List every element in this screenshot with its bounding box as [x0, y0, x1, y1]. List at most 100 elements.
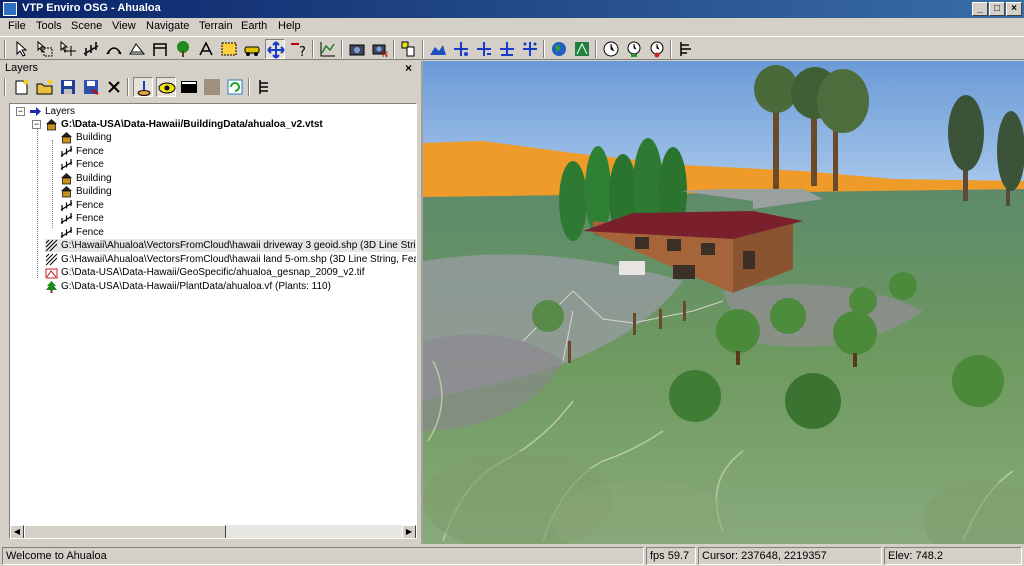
terrain-scene	[423, 61, 1024, 544]
tree-item-image-layer[interactable]: G:\Data-USA\Data-Hawaii/GeoSpecific/ahua…	[45, 266, 416, 279]
refresh-icon[interactable]	[225, 77, 245, 97]
tree-connector	[37, 126, 38, 278]
nav-grab-icon[interactable]	[497, 39, 517, 59]
clock-icon[interactable]	[601, 39, 621, 59]
tree-item-structure[interactable]: Building	[60, 185, 180, 198]
tree-item-structure[interactable]: Fence	[60, 212, 180, 225]
tree-item-label: Fence	[76, 159, 104, 170]
toolbar-separator	[543, 40, 545, 58]
new-layer-icon[interactable]	[12, 77, 32, 97]
scroll-right-icon[interactable]: ▶	[402, 525, 416, 538]
profile-chart-icon[interactable]	[318, 39, 338, 59]
toolbar-separator	[422, 40, 424, 58]
layers-toolbar	[0, 75, 421, 99]
tree-item-label: Layers	[45, 106, 76, 117]
fence-icon	[60, 145, 73, 158]
visibility-eye-icon[interactable]	[156, 77, 176, 97]
move-cross-icon[interactable]	[265, 39, 285, 59]
maximize-button[interactable]: □	[989, 2, 1005, 16]
svg-text:N: N	[382, 50, 388, 58]
main-toolbar: ? N	[0, 36, 1024, 60]
close-icon[interactable]: ×	[405, 61, 412, 75]
layer-tree: − − Layers G:\Data-USA\Data-Hawaii/Build…	[9, 103, 417, 539]
tree-item-structure[interactable]: Building	[60, 131, 180, 144]
menu-view[interactable]: View	[112, 20, 136, 32]
camera-numbered-icon[interactable]: N	[370, 39, 390, 59]
toolbar-separator	[670, 40, 672, 58]
powerline-tool-icon[interactable]	[150, 39, 170, 59]
terrain-icon[interactable]	[428, 39, 448, 59]
route-tool-icon[interactable]	[104, 39, 124, 59]
instance-tool-icon[interactable]	[196, 39, 216, 59]
measure-query-icon[interactable]: ?	[288, 39, 308, 59]
scene-graph-icon[interactable]	[676, 39, 696, 59]
tree-expander[interactable]: −	[32, 120, 41, 129]
scroll-thumb[interactable]	[24, 525, 226, 538]
layer-stack-icon[interactable]	[399, 39, 419, 59]
select-arrow-icon[interactable]	[12, 39, 32, 59]
fence-icon	[60, 226, 73, 239]
tree-item-label: G:\Data-USA\Data-Hawaii/BuildingData/ahu…	[61, 119, 323, 130]
select-box-icon[interactable]	[35, 39, 55, 59]
tree-connector	[52, 140, 53, 228]
svg-text:?: ?	[299, 45, 306, 58]
tree-item-structure[interactable]: Fence	[60, 145, 180, 158]
nav-fly-icon[interactable]	[474, 39, 494, 59]
minimize-button[interactable]: _	[972, 2, 988, 16]
menu-earth[interactable]: Earth	[241, 20, 267, 32]
tree-item-vector-layer[interactable]: G:\Hawaii\Ahualoa\VectorsFromCloud\hawai…	[45, 239, 417, 252]
scroll-left-icon[interactable]: ◀	[10, 525, 24, 538]
nav-pan-icon[interactable]	[520, 39, 540, 59]
menu-help[interactable]: Help	[278, 20, 301, 32]
menu-tools[interactable]: Tools	[36, 20, 62, 32]
image-icon	[45, 266, 58, 279]
tree-item-vector-layer[interactable]: G:\Hawaii\Ahualoa\VectorsFromCloud\hawai…	[45, 253, 416, 266]
fence-tool-icon[interactable]	[81, 39, 101, 59]
globe-icon[interactable]	[549, 39, 569, 59]
toolbar-separator	[4, 78, 6, 96]
status-fps: fps 59.7	[646, 547, 696, 565]
shadow-icon[interactable]	[179, 77, 199, 97]
plant-tool-icon[interactable]	[173, 39, 193, 59]
road-tool-icon[interactable]	[127, 39, 147, 59]
nav-walk-icon[interactable]	[451, 39, 471, 59]
tree-item-structure[interactable]: Fence	[60, 226, 180, 239]
tree-item-label: G:\Hawaii\Ahualoa\VectorsFromCloud\hawai…	[61, 240, 417, 251]
menu-file[interactable]: File	[8, 20, 26, 32]
tree-item-building-layer[interactable]: G:\Data-USA\Data-Hawaii/BuildingData/ahu…	[45, 118, 405, 131]
tree-item-layers-root[interactable]: Layers	[29, 105, 129, 118]
building-icon	[60, 185, 73, 198]
close-button[interactable]: ×	[1006, 2, 1022, 16]
select-move-icon[interactable]	[58, 39, 78, 59]
map-overview-icon[interactable]	[572, 39, 592, 59]
3d-viewport[interactable]	[423, 61, 1024, 544]
horizontal-scrollbar[interactable]: ◀ ▶	[10, 525, 416, 538]
toolbar-separator	[595, 40, 597, 58]
tree-item-label: Building	[76, 132, 112, 143]
tree-item-structure[interactable]: Fence	[60, 199, 180, 212]
menu-navigate[interactable]: Navigate	[146, 20, 189, 32]
menu-scene[interactable]: Scene	[71, 20, 102, 32]
clock-stop-icon[interactable]	[647, 39, 667, 59]
tree-expander[interactable]: −	[16, 107, 25, 116]
camera-icon[interactable]	[347, 39, 367, 59]
layer-list-icon[interactable]	[254, 77, 274, 97]
color-swatch-icon[interactable]	[202, 77, 222, 97]
building-icon	[60, 131, 73, 144]
save-icon[interactable]	[58, 77, 78, 97]
menu-terrain[interactable]: Terrain	[199, 20, 233, 32]
tree-item-structure[interactable]: Building	[60, 172, 180, 185]
clock-faster-icon[interactable]	[624, 39, 644, 59]
vehicle-tool-icon[interactable]	[242, 39, 262, 59]
tree-item-plant-layer[interactable]: G:\Data-USA\Data-Hawaii/PlantData/ahualo…	[45, 280, 416, 293]
tree-item-label: Building	[76, 186, 112, 197]
tree-item-structure[interactable]: Fence	[60, 158, 180, 171]
zoom-to-layer-icon[interactable]	[133, 77, 153, 97]
arrow-right-icon	[29, 105, 42, 118]
tree-item-label: Building	[76, 173, 112, 184]
open-layer-icon[interactable]	[35, 77, 55, 97]
structure-select-icon[interactable]	[219, 39, 239, 59]
app-icon	[3, 2, 17, 16]
delete-x-icon[interactable]	[104, 77, 124, 97]
save-as-icon[interactable]	[81, 77, 101, 97]
